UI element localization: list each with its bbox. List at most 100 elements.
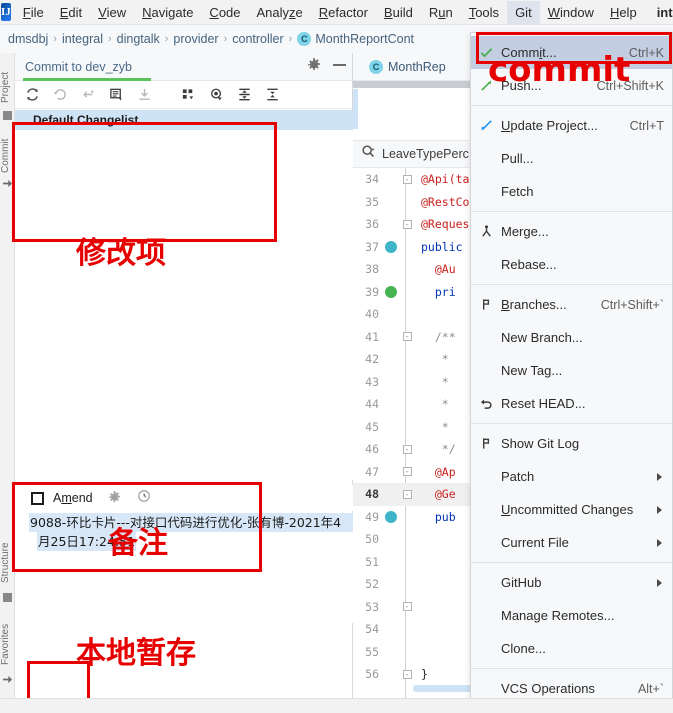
gear-icon[interactable] <box>307 58 321 72</box>
git-menu-shortcut: Ctrl+Shift+K <box>596 78 664 93</box>
fold-marker[interactable]: - <box>399 669 415 679</box>
breadcrumb-item-dmsdbj[interactable]: dmsdbj <box>8 32 48 46</box>
show-diff-icon[interactable] <box>107 86 125 104</box>
menu-item-refactor[interactable]: Refactor <box>311 1 376 24</box>
fold-marker[interactable]: - <box>399 489 415 499</box>
rollback-icon[interactable] <box>51 86 69 104</box>
git-menu-item-push[interactable]: Push... Ctrl+Shift+K <box>471 69 672 102</box>
ide-logo-icon: IJ <box>1 3 11 21</box>
menu-item-run[interactable]: Run <box>421 1 461 24</box>
group-by-icon[interactable] <box>179 86 197 104</box>
changelist-default[interactable]: Default Changelist <box>15 110 353 130</box>
fold-marker[interactable]: - <box>399 444 415 454</box>
move-to-changelist-icon[interactable] <box>79 86 97 104</box>
git-dropdown-menu[interactable]: Commit... Ctrl+K Push... Ctrl+Shift+K Update… <box>470 32 673 709</box>
git-menu-item-new-tag[interactable]: New Tag... <box>471 354 672 387</box>
refresh-icon[interactable] <box>23 86 41 104</box>
menu-item-analyze[interactable]: Analyze <box>249 1 311 24</box>
breadcrumb-item-dingtalk[interactable]: dingtalk <box>117 32 160 46</box>
amend-checkbox[interactable] <box>31 491 44 505</box>
git-menu-item-manage-remotes[interactable]: Manage Remotes... <box>471 599 672 632</box>
sidebar-item-project[interactable]: Project <box>0 55 15 103</box>
git-menu-label: Update Project... <box>501 118 598 133</box>
fold-marker[interactable]: - <box>399 467 415 477</box>
sidebar-item-commit[interactable]: Commit <box>0 125 15 173</box>
menu-item-edit[interactable]: Edit <box>52 1 90 24</box>
code-text: /** <box>421 329 456 344</box>
commit-arrow-icon <box>3 179 12 188</box>
code-text: * <box>421 419 449 434</box>
menu-item-window[interactable]: Window <box>540 1 602 24</box>
update-arrow-icon <box>479 118 501 133</box>
git-menu-item-rebase[interactable]: Rebase... <box>471 248 672 281</box>
changelist-area[interactable]: Default Changelist <box>15 110 353 480</box>
commit-options-gear-icon[interactable] <box>108 491 122 505</box>
chevron-right-icon <box>657 578 662 587</box>
git-menu-item-new-branch[interactable]: New Branch... <box>471 321 672 354</box>
line-number: 48 <box>365 487 379 502</box>
commit-message-field[interactable]: 9088-环比卡片---对接口代码进行优化-张有博-2021年4 月25日17:… <box>29 513 353 623</box>
fold-toggle-icon[interactable]: - <box>402 444 412 454</box>
git-menu-item-fetch[interactable]: Fetch <box>471 175 672 208</box>
code-text: public <box>421 239 463 254</box>
download-icon[interactable] <box>135 86 153 104</box>
editor-tab-monthreport[interactable]: C MonthRep <box>369 59 446 74</box>
gutter-badge <box>383 240 399 253</box>
fold-toggle-icon[interactable]: - <box>402 602 412 612</box>
menu-item-view[interactable]: View <box>90 1 134 24</box>
implement-method-icon[interactable] <box>385 285 397 298</box>
menu-item-help[interactable]: Help <box>602 1 645 24</box>
breadcrumb-item-provider[interactable]: provider <box>173 32 218 46</box>
menu-item-build[interactable]: Build <box>376 1 421 24</box>
find-input[interactable]: LeaveTypePerc <box>382 147 469 161</box>
menu-item-file[interactable]: File <box>15 1 52 24</box>
collapse-all-icon[interactable] <box>263 86 281 104</box>
fold-marker[interactable]: - <box>399 174 415 184</box>
fold-toggle-icon[interactable]: - <box>402 332 412 342</box>
git-menu-item-branches[interactable]: Branches... Ctrl+Shift+` <box>471 288 672 321</box>
fold-toggle-icon[interactable]: - <box>402 489 412 499</box>
git-menu-item-patch[interactable]: Patch <box>471 460 672 493</box>
commit-message-line-2: 月25日17:24:51 <box>37 532 137 551</box>
git-menu-item-update-project[interactable]: Update Project... Ctrl+T <box>471 109 672 142</box>
line-number: 45 <box>365 419 379 434</box>
git-menu-item-current-file[interactable]: Current File <box>471 526 672 559</box>
breadcrumb-item-integral[interactable]: integral <box>62 32 103 46</box>
git-menu-item-show-git-log[interactable]: Show Git Log <box>471 427 672 460</box>
git-menu-item-clone[interactable]: Clone... <box>471 632 672 665</box>
preview-eye-icon[interactable] <box>207 86 225 104</box>
fold-marker[interactable]: - <box>399 602 415 612</box>
menu-item-git[interactable]: Git <box>507 0 540 24</box>
code-text: @Ge <box>421 487 456 502</box>
menu-separator <box>471 423 672 424</box>
git-menu-item-github[interactable]: GitHub <box>471 566 672 599</box>
history-clock-icon[interactable] <box>137 489 151 508</box>
fold-marker[interactable]: - <box>399 219 415 229</box>
fold-toggle-icon[interactable]: - <box>402 174 412 184</box>
breadcrumb-current[interactable]: MonthReportCont <box>315 32 414 46</box>
search-icon[interactable] <box>361 144 376 164</box>
menu-item-code[interactable]: Code <box>201 1 248 24</box>
code-text: @Au <box>421 262 456 277</box>
override-method-icon[interactable] <box>385 240 397 253</box>
sidebar-item-favorites[interactable]: Favorites <box>0 609 15 665</box>
fold-toggle-icon[interactable]: - <box>402 219 412 229</box>
git-menu-label: GitHub <box>501 575 542 590</box>
sidebar-item-structure[interactable]: Structure <box>0 523 15 583</box>
fold-toggle-icon[interactable]: - <box>402 467 412 477</box>
override-method-icon[interactable] <box>385 510 397 523</box>
breadcrumb-separator-icon: › <box>53 33 57 45</box>
expand-all-icon[interactable] <box>235 86 253 104</box>
menu-item-navigate[interactable]: Navigate <box>134 1 201 24</box>
git-menu-item-uncommitted-changes[interactable]: Uncommitted Changes <box>471 493 672 526</box>
minimize-icon[interactable] <box>333 64 346 66</box>
git-menu-item-merge[interactable]: Merge... <box>471 215 672 248</box>
fold-marker[interactable]: - <box>399 332 415 342</box>
line-number: 44 <box>365 397 379 412</box>
git-menu-item-pull[interactable]: Pull... <box>471 142 672 175</box>
git-menu-item-reset-head[interactable]: Reset HEAD... <box>471 387 672 420</box>
git-menu-item-commit[interactable]: Commit... Ctrl+K <box>471 36 672 69</box>
fold-toggle-icon[interactable]: - <box>402 669 412 679</box>
menu-item-tools[interactable]: Tools <box>461 1 507 24</box>
breadcrumb-item-controller[interactable]: controller <box>232 32 283 46</box>
